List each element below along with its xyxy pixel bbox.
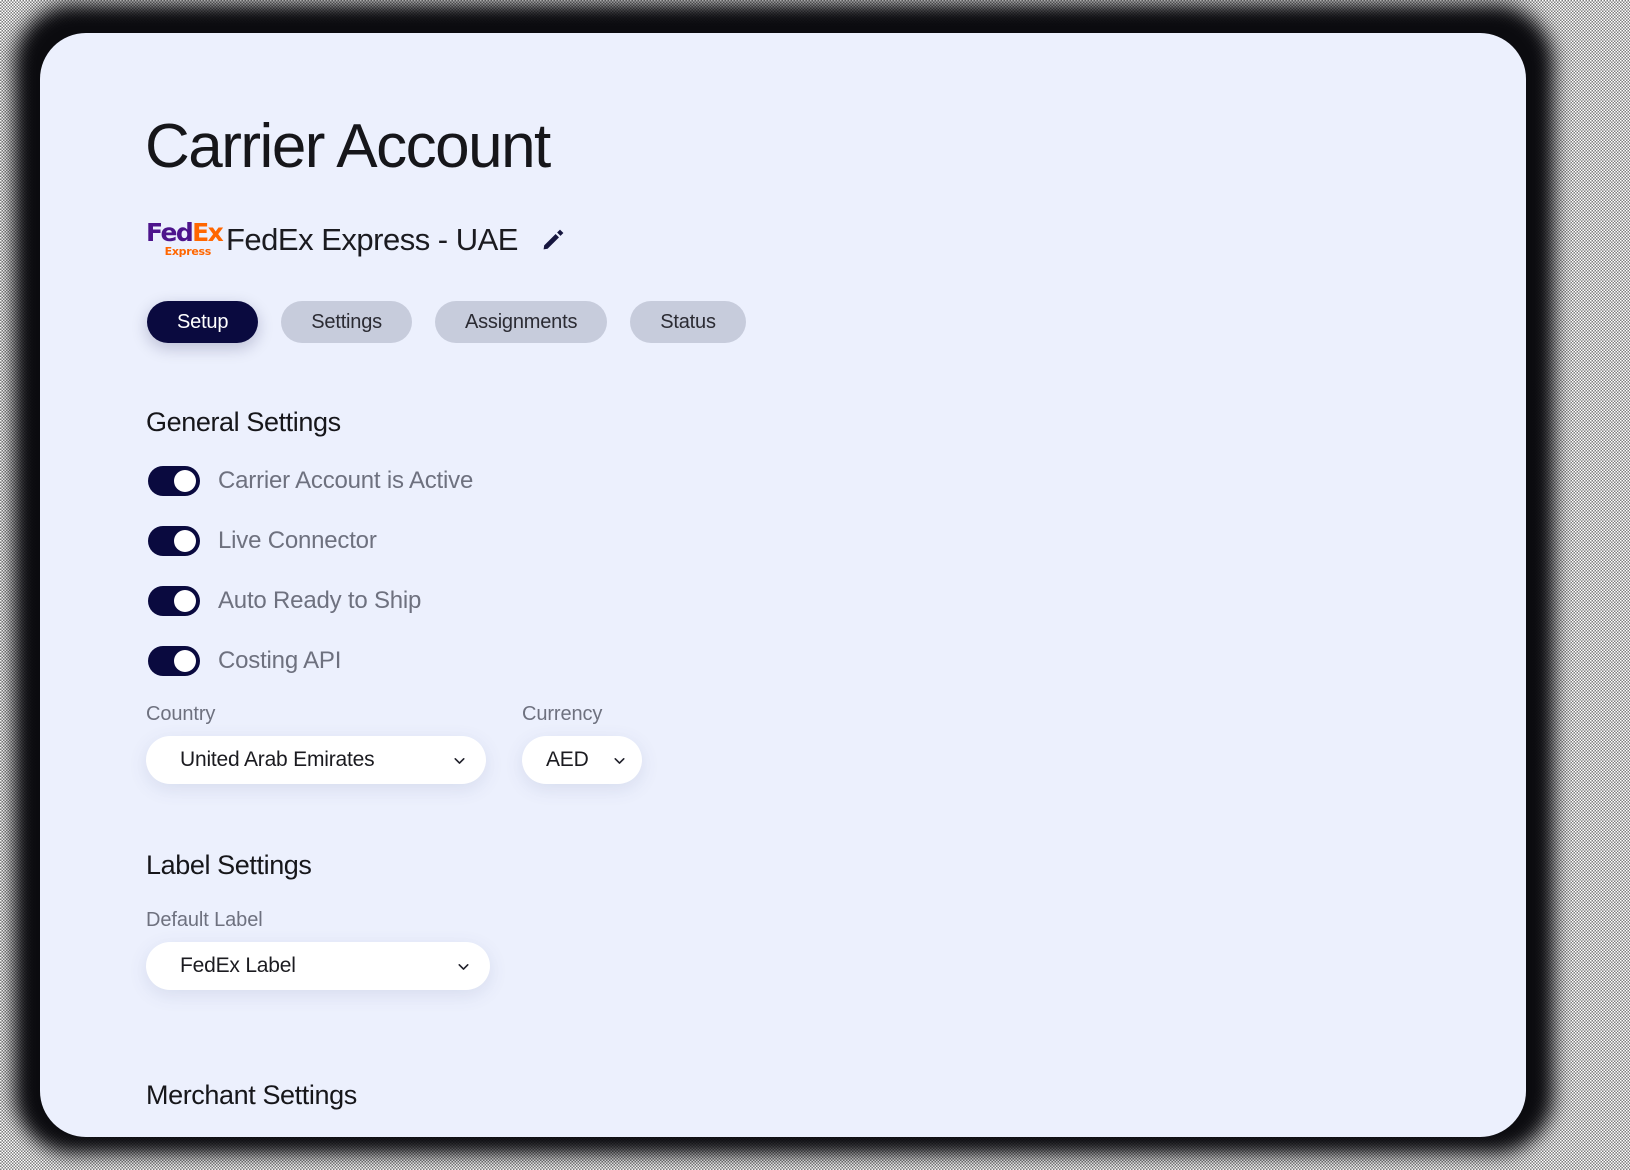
- country-field: Country United Arab Emirates: [146, 703, 486, 784]
- fedex-logo-fed: Fed: [146, 218, 194, 247]
- tab-settings[interactable]: Settings: [281, 301, 412, 343]
- toggle-knob: [174, 530, 196, 552]
- tab-bar: Setup Settings Assignments Status: [147, 301, 746, 343]
- tab-status[interactable]: Status: [630, 301, 746, 343]
- carrier-account-identity: FedEx Express FedEx Express - UAE: [146, 216, 568, 264]
- card-clip: Carrier Account FedEx Express FedEx Expr…: [40, 33, 1526, 1137]
- label-settings-heading: Label Settings: [146, 850, 312, 880]
- toggle-row-auto-ready-to-ship[interactable]: Auto Ready to Ship: [148, 586, 421, 616]
- chevron-down-icon: [455, 958, 472, 975]
- currency-select[interactable]: AED: [522, 736, 642, 784]
- fedex-logo-ex: Ex: [192, 218, 224, 247]
- currency-select-value: AED: [546, 748, 589, 771]
- country-select-value: United Arab Emirates: [180, 748, 375, 771]
- toggle-knob: [174, 590, 196, 612]
- toggle-label-costing-api: Costing API: [218, 647, 342, 674]
- carrier-account-name: FedEx Express - UAE: [226, 222, 518, 257]
- chevron-down-icon: [611, 752, 628, 769]
- tab-setup[interactable]: Setup: [147, 301, 259, 343]
- toggle-costing-api[interactable]: [148, 646, 200, 676]
- pencil-icon: [543, 229, 564, 250]
- toggle-row-carrier-account-active[interactable]: Carrier Account is Active: [148, 466, 473, 496]
- fedex-logo-wordmark: FedEx: [146, 218, 224, 247]
- default-label-select-value: FedEx Label: [180, 954, 296, 977]
- toggle-label-carrier-account-active: Carrier Account is Active: [218, 467, 474, 494]
- country-field-label: Country: [146, 703, 216, 725]
- fedex-logo: FedEx Express: [146, 219, 224, 261]
- toggle-row-live-connector[interactable]: Live Connector: [148, 526, 377, 556]
- edit-account-name-button[interactable]: [538, 225, 568, 255]
- default-label-select[interactable]: FedEx Label: [146, 942, 490, 990]
- toggle-label-live-connector: Live Connector: [218, 527, 377, 554]
- toggle-live-connector[interactable]: [148, 526, 200, 556]
- default-label-field: Default Label FedEx Label: [146, 909, 490, 990]
- general-settings-heading: General Settings: [146, 407, 341, 437]
- chevron-down-icon: [451, 752, 468, 769]
- merchant-settings-heading: Merchant Settings: [146, 1080, 357, 1110]
- toggle-knob: [174, 470, 196, 492]
- card-content: Carrier Account FedEx Express FedEx Expr…: [40, 33, 1526, 1137]
- fedex-logo-express: Express: [164, 245, 212, 258]
- toggle-row-costing-api[interactable]: Costing API: [148, 646, 341, 676]
- page-title: Carrier Account: [145, 112, 551, 181]
- country-select[interactable]: United Arab Emirates: [146, 736, 486, 784]
- currency-field: Currency AED: [522, 703, 642, 784]
- currency-field-label: Currency: [522, 703, 603, 725]
- toggle-carrier-account-active[interactable]: [148, 466, 200, 496]
- toggle-auto-ready-to-ship[interactable]: [148, 586, 200, 616]
- tab-assignments[interactable]: Assignments: [434, 301, 608, 343]
- default-label-field-label: Default Label: [146, 909, 263, 931]
- carrier-account-card: Carrier Account FedEx Express FedEx Expr…: [40, 33, 1526, 1137]
- screenshot-frame: Carrier Account FedEx Express FedEx Expr…: [0, 0, 1630, 1170]
- toggle-label-auto-ready-to-ship: Auto Ready to Ship: [218, 587, 422, 614]
- toggle-knob: [174, 650, 196, 672]
